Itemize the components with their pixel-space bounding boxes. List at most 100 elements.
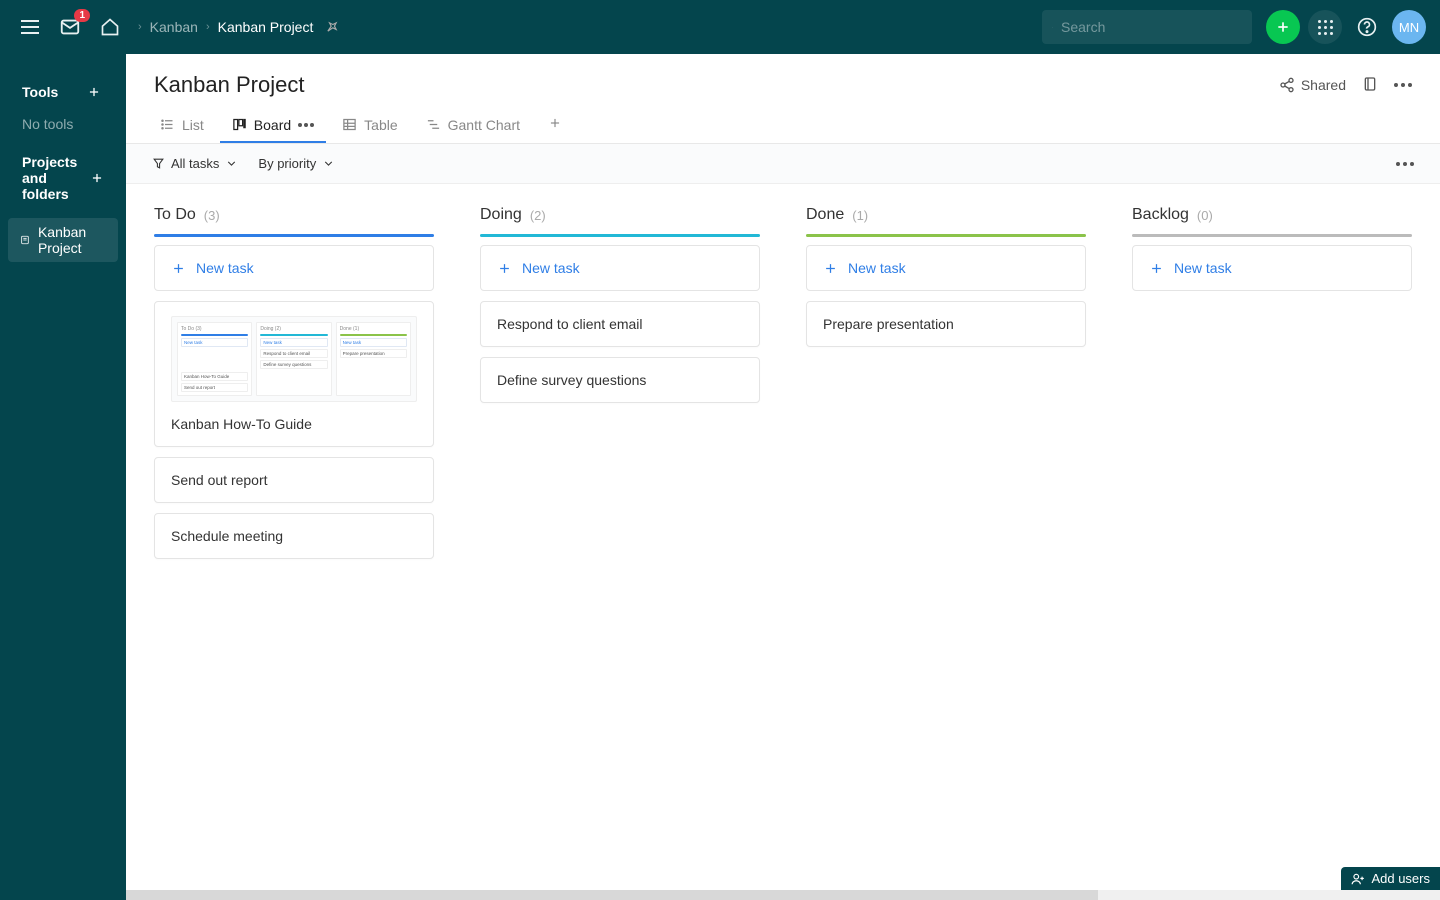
plus-icon (823, 261, 838, 276)
task-card[interactable]: Prepare presentation (806, 301, 1086, 347)
tab-label: Table (364, 117, 397, 133)
create-button[interactable] (1266, 10, 1300, 44)
more-actions-button[interactable] (1394, 83, 1412, 87)
breadcrumb-current[interactable]: Kanban Project (218, 19, 314, 35)
sidebar-projects-header: Projects and folders (22, 154, 90, 202)
new-task-button[interactable]: New task (480, 245, 760, 291)
column-bar (1132, 234, 1412, 237)
column-bar (480, 234, 760, 237)
new-task-label: New task (522, 260, 580, 276)
new-task-button[interactable]: New task (806, 245, 1086, 291)
home-icon (100, 17, 120, 37)
column-title: Doing (480, 206, 522, 224)
breadcrumb: › Kanban › Kanban Project (138, 19, 339, 35)
scrollbar-thumb[interactable] (126, 890, 1098, 900)
help-icon (1357, 17, 1377, 37)
card-title: Kanban How-To Guide (171, 416, 417, 432)
view-tabs: List Board Table Gantt Chart (126, 98, 1440, 144)
help-button[interactable] (1350, 10, 1384, 44)
filter-by-priority[interactable]: By priority (258, 156, 335, 171)
filter-label: By priority (258, 156, 316, 171)
share-icon (1279, 77, 1295, 93)
plus-icon (497, 261, 512, 276)
task-card[interactable]: Send out report (154, 457, 434, 503)
task-card[interactable]: Respond to client email (480, 301, 760, 347)
hamburger-icon (21, 20, 39, 34)
add-users-label: Add users (1371, 871, 1430, 886)
tab-more-button[interactable] (298, 123, 314, 127)
chevron-right-icon: › (138, 21, 142, 33)
column-todo: To Do (3) New task To Do (3) Ne (154, 206, 434, 878)
search-icon (1052, 20, 1053, 35)
card-thumbnail: To Do (3) New task Kanban How-To Guide S… (171, 316, 417, 402)
add-users-button[interactable]: Add users (1341, 867, 1440, 890)
add-project-button[interactable] (90, 168, 104, 188)
card-title: Prepare presentation (823, 316, 954, 332)
plus-icon (1149, 261, 1164, 276)
list-icon (160, 117, 175, 132)
board-scroll[interactable]: To Do (3) New task To Do (3) Ne (126, 184, 1440, 900)
add-tool-button[interactable] (84, 82, 104, 102)
mail-badge: 1 (74, 9, 90, 22)
plus-icon (90, 171, 104, 185)
inbox-button[interactable]: 1 (54, 11, 86, 43)
new-task-button[interactable]: New task (1132, 245, 1412, 291)
plus-icon (171, 261, 186, 276)
card-title: Respond to client email (497, 316, 643, 332)
search-input[interactable] (1061, 19, 1242, 35)
tab-label: List (182, 117, 204, 133)
column-bar (154, 234, 434, 237)
column-title: Done (806, 206, 844, 224)
card-title: Schedule meeting (171, 528, 283, 544)
search-box[interactable] (1042, 10, 1252, 44)
filter-more-button[interactable] (1396, 162, 1414, 166)
new-task-label: New task (848, 260, 906, 276)
plus-icon (548, 116, 562, 130)
task-card[interactable]: Define survey questions (480, 357, 760, 403)
column-count: (3) (204, 208, 220, 223)
view-tab-gantt[interactable]: Gantt Chart (414, 109, 532, 143)
tab-label: Board (254, 117, 291, 133)
panel-toggle-button[interactable] (1362, 76, 1378, 95)
column-title: To Do (154, 206, 196, 224)
sidebar-item-kanban-project[interactable]: Kanban Project (8, 218, 118, 262)
menu-toggle-button[interactable] (14, 11, 46, 43)
breadcrumb-parent[interactable]: Kanban (150, 19, 198, 35)
horizontal-scrollbar[interactable] (126, 890, 1440, 900)
tab-label: Gantt Chart (448, 117, 520, 133)
table-icon (342, 117, 357, 132)
sidebar-item-label: Kanban Project (38, 224, 106, 256)
view-tab-list[interactable]: List (148, 109, 216, 143)
column-done: Done (1) New task Prepare presentation (806, 206, 1086, 878)
home-button[interactable] (94, 11, 126, 43)
column-count: (0) (1197, 208, 1213, 223)
chevron-down-icon (225, 157, 238, 170)
topbar: 1 › Kanban › Kanban Project MN (0, 0, 1440, 54)
main-content: Kanban Project Shared List Board (126, 54, 1440, 900)
view-tab-table[interactable]: Table (330, 109, 409, 143)
new-task-button[interactable]: New task (154, 245, 434, 291)
filter-icon (152, 157, 165, 170)
shared-button[interactable]: Shared (1279, 77, 1346, 93)
kanban-board: To Do (3) New task To Do (3) Ne (126, 184, 1440, 900)
filter-all-tasks[interactable]: All tasks (152, 156, 238, 171)
page-title: Kanban Project (154, 72, 304, 98)
card-title: Define survey questions (497, 372, 646, 388)
filter-bar: All tasks By priority (126, 144, 1440, 184)
filter-label: All tasks (171, 156, 219, 171)
view-tab-board[interactable]: Board (220, 109, 326, 143)
shared-label: Shared (1301, 77, 1346, 93)
add-view-button[interactable] (536, 108, 574, 143)
apps-button[interactable] (1308, 10, 1342, 44)
task-card[interactable]: Schedule meeting (154, 513, 434, 559)
project-icon (20, 233, 30, 247)
task-card[interactable]: To Do (3) New task Kanban How-To Guide S… (154, 301, 434, 447)
column-count: (1) (852, 208, 868, 223)
panel-icon (1362, 76, 1378, 92)
pin-icon[interactable] (325, 20, 339, 34)
sidebar-tools-header: Tools (22, 84, 58, 100)
add-users-icon (1351, 872, 1365, 886)
board-icon (232, 117, 247, 132)
new-task-label: New task (196, 260, 254, 276)
user-avatar[interactable]: MN (1392, 10, 1426, 44)
